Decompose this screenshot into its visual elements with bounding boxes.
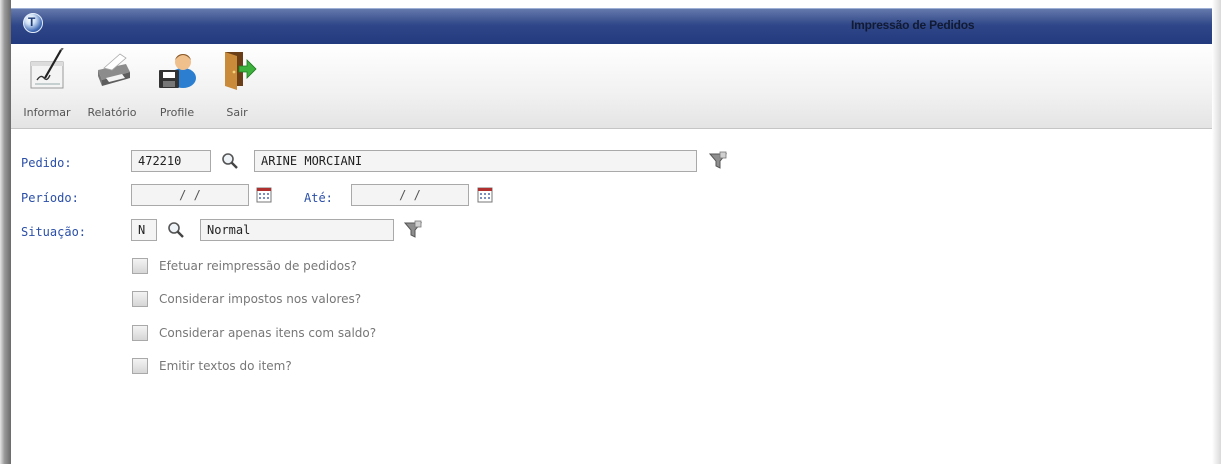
sair-label: Sair — [226, 106, 248, 119]
impostos-checkbox[interactable] — [132, 291, 148, 307]
left-frame-edge — [0, 0, 11, 464]
calendar-icon[interactable] — [477, 187, 493, 203]
situacao-label: Situação: — [21, 225, 87, 239]
calendar-icon[interactable] — [256, 187, 272, 203]
reimpressao-checkbox[interactable] — [132, 258, 148, 274]
filter-icon[interactable] — [403, 220, 423, 240]
textos-checkbox[interactable] — [132, 358, 148, 374]
window-title: Impressão de Pedidos — [851, 18, 975, 32]
impostos-label: Considerar impostos nos valores? — [159, 292, 362, 306]
saldo-checkbox[interactable] — [132, 325, 148, 341]
informar-label: Informar — [23, 106, 71, 119]
search-icon[interactable] — [221, 152, 239, 170]
filter-icon[interactable] — [708, 151, 728, 171]
periodo-to-field[interactable]: / / — [351, 184, 469, 206]
sair-button[interactable]: Sair — [211, 44, 263, 124]
ate-label: Até: — [304, 191, 333, 205]
search-icon[interactable] — [167, 221, 185, 239]
saldo-label: Considerar apenas itens com saldo? — [159, 326, 377, 340]
relatorio-label: Relatório — [87, 106, 137, 119]
periodo-from-field[interactable]: / / — [131, 184, 249, 206]
periodo-label: Período: — [21, 191, 79, 205]
textos-label: Emitir textos do item? — [159, 359, 292, 373]
print-orders-form: Pedido: 472210 ARINE MORCIANI Período: /… — [11, 129, 1212, 464]
printer-icon — [98, 53, 130, 86]
pedido-code-field[interactable]: 472210 — [131, 150, 211, 172]
situacao-code-field[interactable]: N — [131, 219, 157, 241]
informar-button[interactable]: Informar — [19, 44, 75, 124]
exit-door-icon — [225, 52, 257, 90]
situacao-description-field[interactable]: Normal — [200, 219, 394, 241]
pedido-name-field[interactable]: ARINE MORCIANI — [254, 150, 697, 172]
user-profile-icon — [159, 54, 196, 88]
profile-label: Profile — [159, 106, 195, 119]
title-bar: Impressão de Pedidos — [11, 8, 1212, 45]
right-frame-shadow — [1212, 0, 1221, 464]
pedido-label: Pedido: — [21, 156, 72, 170]
pen-paper-icon — [30, 48, 64, 89]
reimpressao-label: Efetuar reimpressão de pedidos? — [159, 259, 357, 273]
profile-button[interactable]: Profile — [149, 44, 205, 124]
app-logo-icon — [23, 13, 43, 33]
relatorio-button[interactable]: Relatório — [83, 44, 141, 124]
toolbar: Informar Relatório Profile Sair — [11, 44, 1212, 129]
